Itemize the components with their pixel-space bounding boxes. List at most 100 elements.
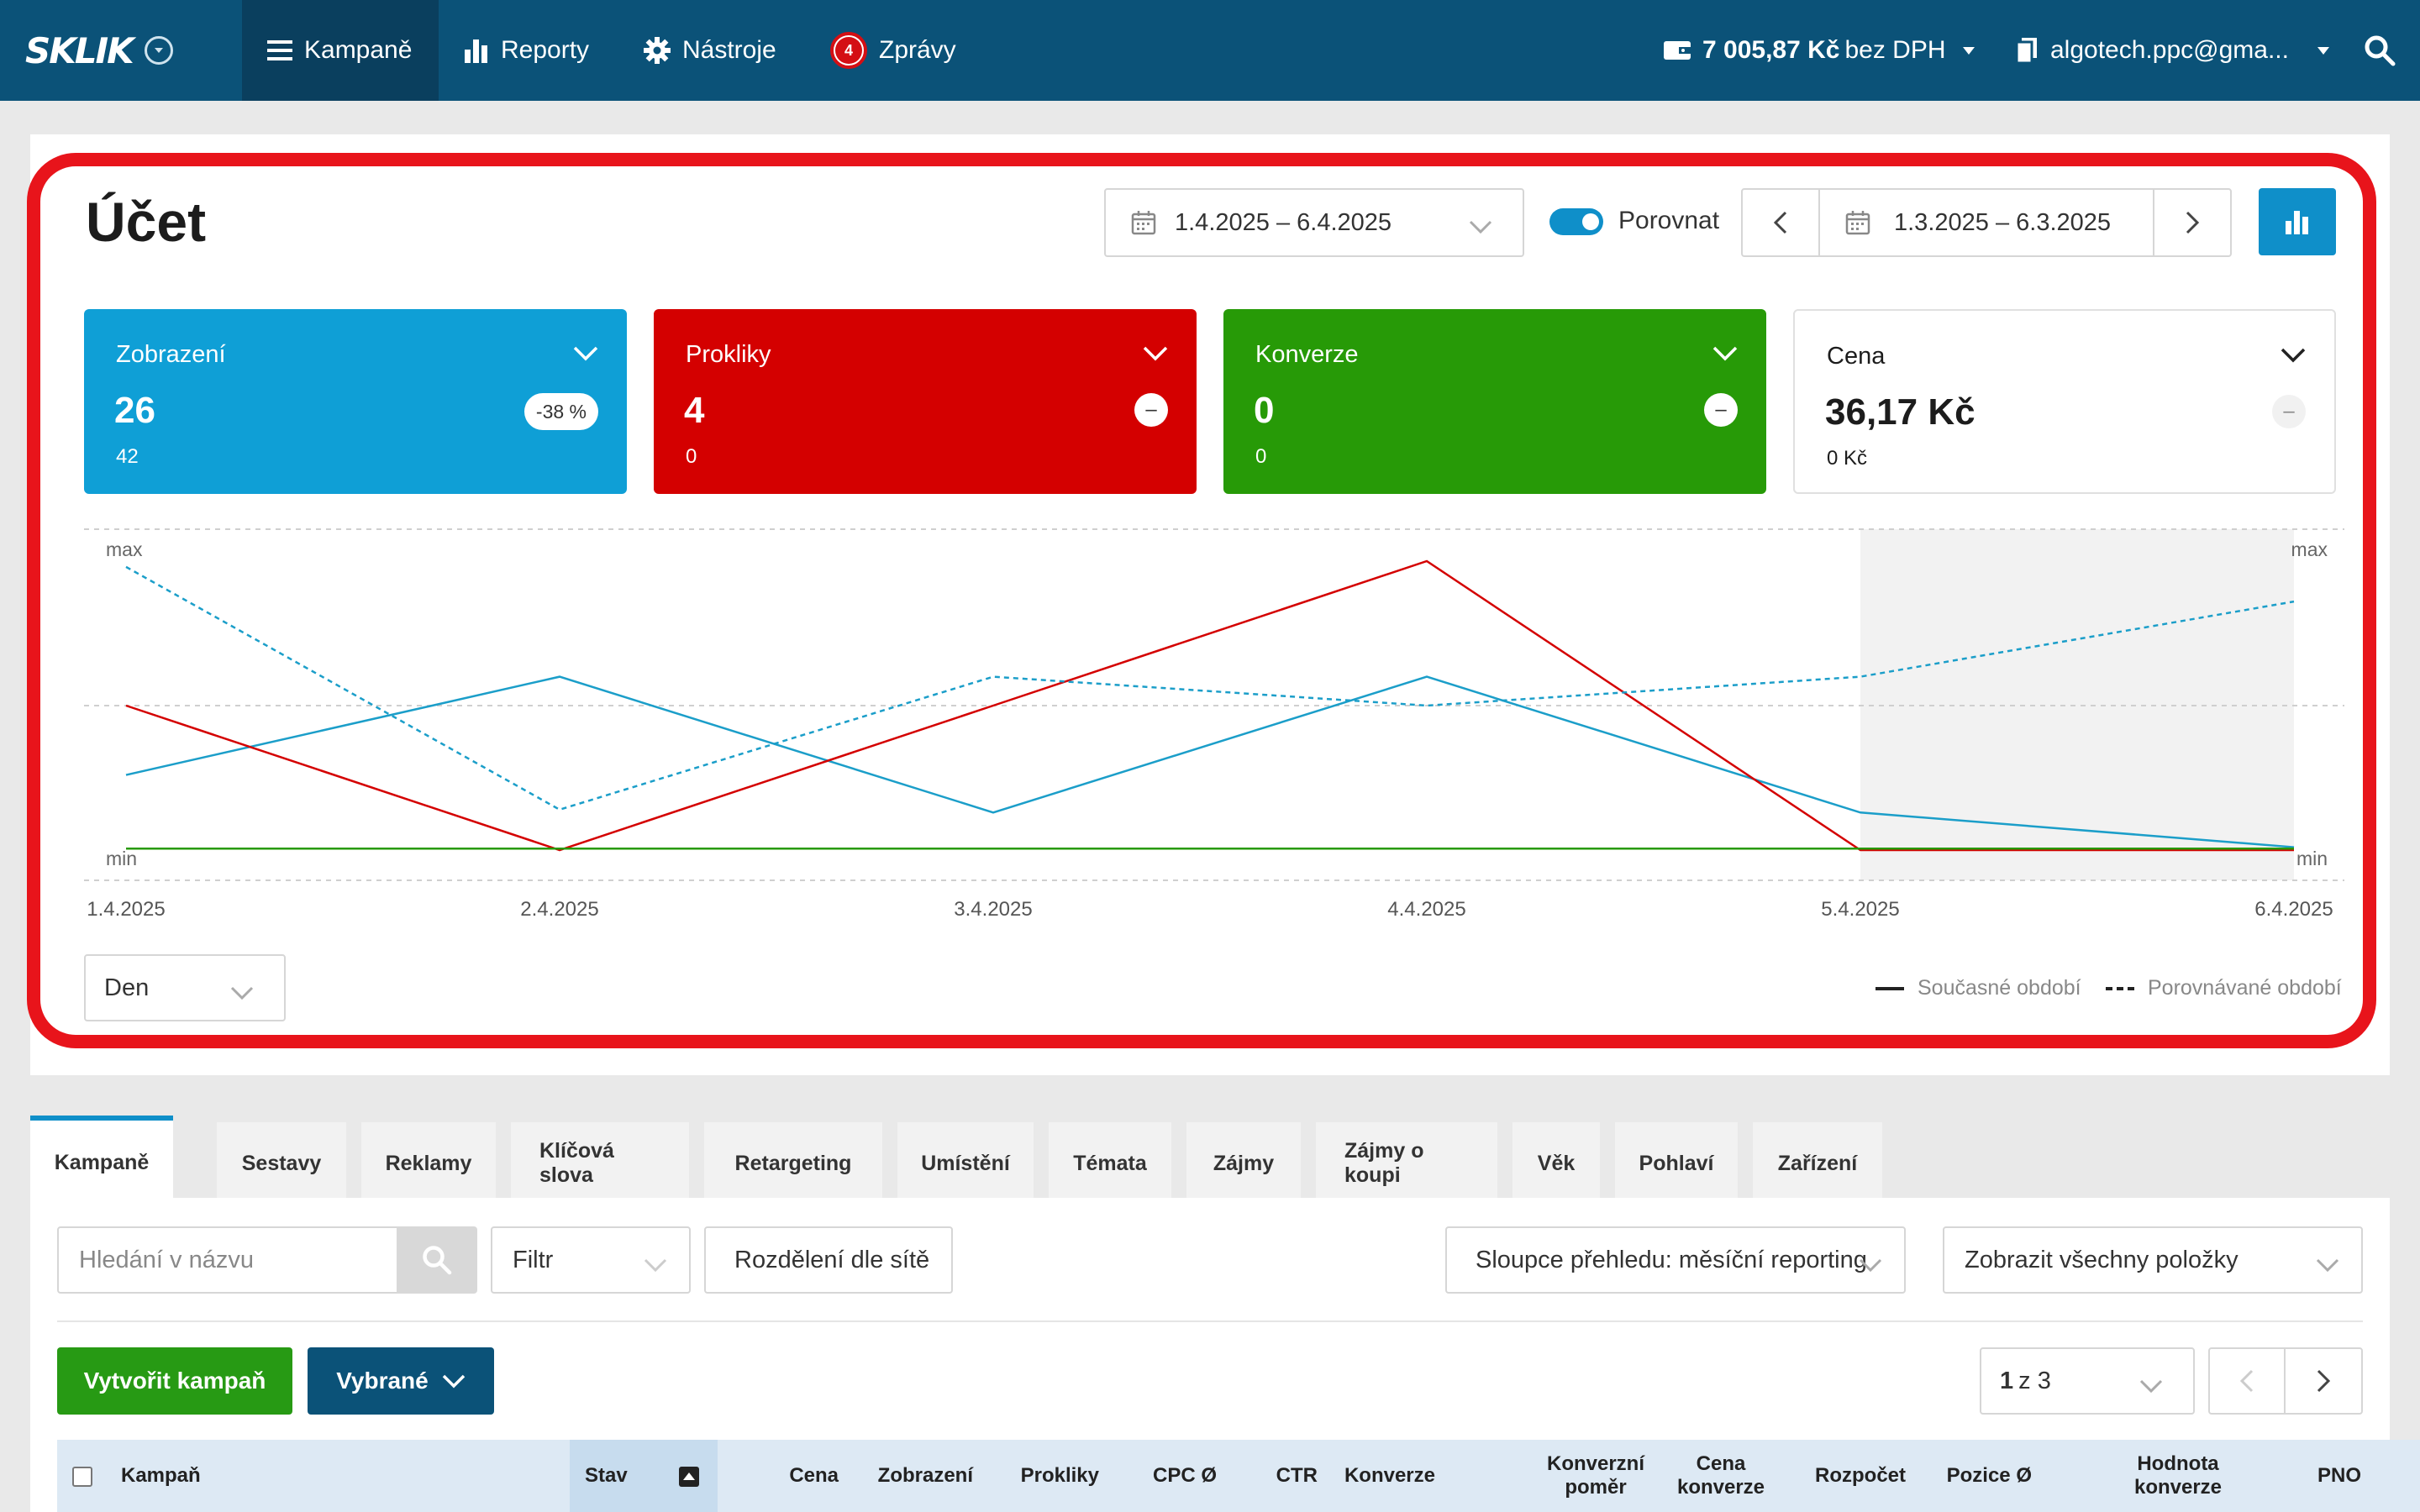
legend-current-period: Současné období xyxy=(1876,976,2081,1000)
page-current: 1 xyxy=(2000,1367,2014,1394)
calendar-icon xyxy=(1845,210,1870,235)
chevron-down-icon xyxy=(2316,1252,2339,1279)
logo-menu-icon[interactable] xyxy=(144,36,173,65)
metric-value: 36,17 Kč xyxy=(1825,391,1975,433)
x-tick-label: 2.4.2025 xyxy=(520,898,598,921)
logo-text: SKLIK xyxy=(25,29,134,71)
sort-ascending-icon[interactable] xyxy=(679,1467,699,1487)
date-range-picker[interactable]: 1.4.2025 – 6.4.2025 xyxy=(1104,188,1524,257)
y-max-label-left: max xyxy=(106,538,143,560)
tab-pohlavi[interactable]: Pohlaví xyxy=(1615,1122,1738,1205)
caret-down-icon xyxy=(1962,46,1975,55)
filter-label: Filtr xyxy=(513,1246,554,1273)
chevron-left-icon xyxy=(2239,1369,2254,1393)
sklik-logo[interactable]: SKLIK xyxy=(25,29,173,72)
chevron-down-icon xyxy=(230,979,254,1007)
top-navigation-bar: SKLIK Kampaně Reporty Nástroje 4 Zprávy … xyxy=(0,0,2420,101)
metric-card-cena[interactable]: Cena 36,17 Kč 0 Kč – xyxy=(1793,309,2336,494)
compare-toggle[interactable] xyxy=(1549,208,1603,235)
compare-range-value: 1.3.2025 – 6.3.2025 xyxy=(1894,208,2112,236)
metric-card-konverze[interactable]: Konverze 0 0 – xyxy=(1223,309,1766,494)
tab-zajmy-o-koupi[interactable]: Zájmy o koupi xyxy=(1316,1122,1497,1205)
messages-count: 4 xyxy=(835,37,862,64)
next-period-button[interactable] xyxy=(2153,190,2230,255)
create-campaign-button[interactable]: Vytvořit kampaň xyxy=(57,1347,292,1415)
metric-change-badge: – xyxy=(2272,395,2306,428)
campaign-table-header: Kampaň Stav Cena Zobrazení Prokliky CPC … xyxy=(57,1440,2420,1512)
selected-actions-button[interactable]: Vybrané xyxy=(308,1347,494,1415)
granularity-select[interactable]: Den xyxy=(84,954,286,1021)
column-header-ctr[interactable]: CTR xyxy=(1234,1440,1318,1512)
chart-view-button[interactable] xyxy=(2259,188,2336,255)
metric-card-prokliky[interactable]: Prokliky 4 0 – xyxy=(654,309,1197,494)
column-header-cpc[interactable]: CPC Ø xyxy=(1116,1440,1217,1512)
show-items-select[interactable]: Zobrazit všechny položky xyxy=(1943,1226,2363,1294)
x-tick-label: 1.4.2025 xyxy=(87,898,165,921)
next-page-button[interactable] xyxy=(2286,1349,2361,1413)
filter-select[interactable]: Filtr xyxy=(491,1226,691,1294)
page-select[interactable]: 1 z 3 xyxy=(1980,1347,2195,1415)
chevron-down-icon[interactable] xyxy=(1143,346,1168,365)
nav-item-label: Kampaně xyxy=(304,36,413,64)
search-input[interactable]: Hledání v názvu xyxy=(57,1226,398,1294)
chevron-down-icon[interactable] xyxy=(573,346,598,365)
column-header-cena[interactable]: Cena xyxy=(755,1440,839,1512)
y-min-label-right: min xyxy=(2296,848,2328,869)
select-all-checkbox[interactable] xyxy=(72,1467,92,1487)
column-header-stav[interactable]: Stav xyxy=(585,1440,628,1512)
tab-klicova-slova[interactable]: Klíčová slova xyxy=(511,1122,689,1205)
search-icon[interactable] xyxy=(2363,34,2396,67)
column-header-prokliky[interactable]: Prokliky xyxy=(990,1440,1099,1512)
legend-label: Současné období xyxy=(1918,976,2081,1000)
tab-retargeting[interactable]: Retargeting xyxy=(704,1122,882,1205)
performance-line-chart: max max min min 1.4.2025 2.4.2025 3.4.2025 4.4.… xyxy=(84,528,2344,921)
caret-down-icon xyxy=(2317,46,2329,55)
tab-temata[interactable]: Témata xyxy=(1049,1122,1171,1205)
gear-icon xyxy=(644,37,671,64)
tab-zajmy[interactable]: Zájmy xyxy=(1186,1122,1301,1205)
nav-item-nastroje[interactable]: Nástroje xyxy=(644,0,776,101)
column-header-pozice[interactable]: Pozice Ø xyxy=(1923,1440,2032,1512)
account-menu[interactable]: algotech.ppc@gma... xyxy=(2017,0,2329,101)
column-header-rozpocet[interactable]: Rozpočet xyxy=(1788,1440,1906,1512)
page-navigation xyxy=(2208,1347,2363,1415)
nav-item-reporty[interactable]: Reporty xyxy=(464,0,589,101)
search-button[interactable] xyxy=(397,1226,477,1294)
column-header-hodnota-konverze[interactable]: Hodnota konverze xyxy=(2128,1440,2228,1512)
chevron-down-icon[interactable] xyxy=(2281,348,2306,367)
column-header-kampan[interactable]: Kampaň xyxy=(121,1440,201,1512)
tab-reklamy[interactable]: Reklamy xyxy=(361,1122,496,1205)
column-header-konverzni-pomer[interactable]: Konverzní poměr xyxy=(1536,1440,1655,1512)
nav-item-kampane[interactable]: Kampaně xyxy=(242,0,439,101)
compare-range-field[interactable]: 1.3.2025 – 6.3.2025 xyxy=(1820,190,2154,255)
previous-page-button[interactable] xyxy=(2210,1349,2286,1413)
split-by-network-button[interactable]: Rozdělení dle sítě xyxy=(704,1226,953,1294)
metric-value: 26 xyxy=(114,390,155,431)
legend-solid-line xyxy=(1876,986,1904,990)
tab-umisteni[interactable]: Umístění xyxy=(897,1122,1034,1205)
legend-compared-period: Porovnávané období xyxy=(2106,976,2342,1000)
wallet-icon xyxy=(1664,39,1691,61)
show-items-value: Zobrazit všechny položky xyxy=(1965,1246,2238,1273)
metric-value: 4 xyxy=(684,390,705,431)
tab-sestavy[interactable]: Sestavy xyxy=(217,1122,346,1205)
tab-vek[interactable]: Věk xyxy=(1512,1122,1600,1205)
calendar-icon xyxy=(1131,210,1156,235)
selected-actions-label: Vybrané xyxy=(336,1368,429,1394)
credit-display[interactable]: 7 005,87 Kč bez DPH xyxy=(1664,0,1975,101)
column-header-pno[interactable]: PNO xyxy=(2317,1440,2361,1512)
column-header-zobrazeni[interactable]: Zobrazení xyxy=(855,1440,973,1512)
columns-select[interactable]: Sloupce přehledu: měsíční reporting xyxy=(1445,1226,1906,1294)
nav-item-zpravy[interactable]: 4 Zprávy xyxy=(830,0,956,101)
shaded-region xyxy=(1860,529,2294,880)
previous-period-button[interactable] xyxy=(1743,190,1820,255)
metric-label: Cena xyxy=(1827,343,1886,370)
chevron-down-icon[interactable] xyxy=(1712,346,1738,365)
metric-card-zobrazeni[interactable]: Zobrazení 26 42 -38 % xyxy=(84,309,627,494)
tab-kampane[interactable]: Kampaně xyxy=(30,1116,173,1205)
column-header-konverze[interactable]: Konverze xyxy=(1326,1440,1435,1512)
bar-chart-icon xyxy=(464,38,489,63)
tab-zarizeni[interactable]: Zařízení xyxy=(1753,1122,1882,1205)
metric-compare-value: 0 Kč xyxy=(1827,447,1868,470)
column-header-cena-konverze[interactable]: Cena konverze xyxy=(1669,1440,1773,1512)
